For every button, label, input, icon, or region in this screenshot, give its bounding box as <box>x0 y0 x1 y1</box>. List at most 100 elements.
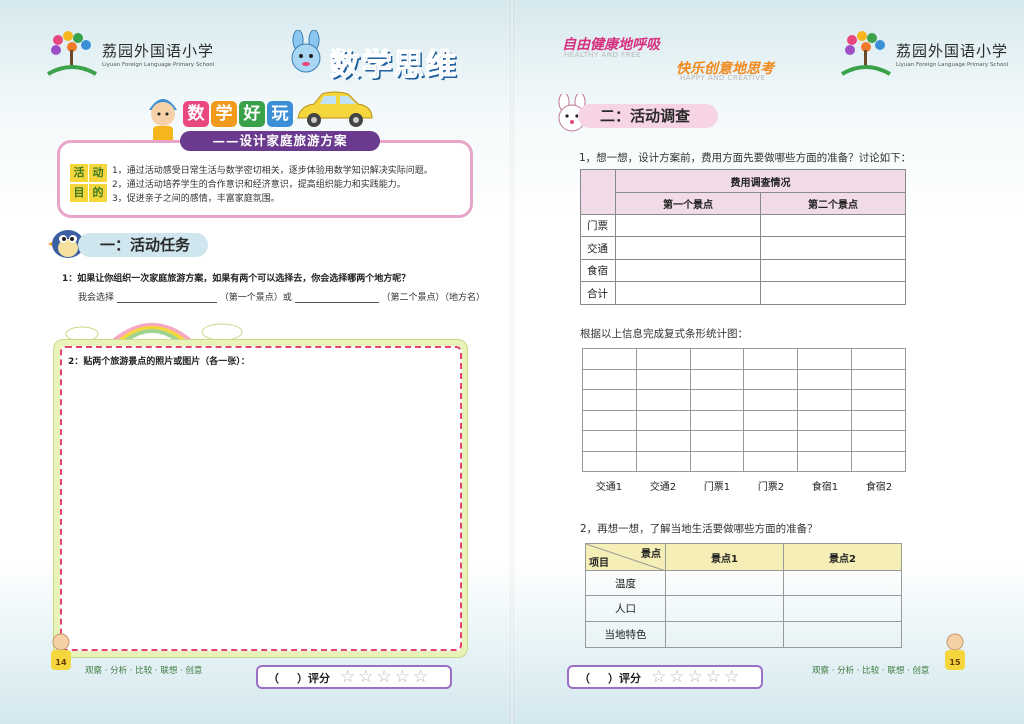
grid-cell[interactable] <box>797 430 853 452</box>
school-name-cn: 荔园外国语小学 <box>102 42 215 60</box>
corner-top-label: 景点 <box>641 549 661 560</box>
row-label: 交通 <box>580 236 616 260</box>
grid-cell[interactable] <box>582 450 637 472</box>
chart-x-tick-label: 门票2 <box>757 482 785 493</box>
table-cell[interactable] <box>615 236 761 260</box>
table-corner <box>580 169 616 215</box>
chart-x-tick-label: 交通1 <box>595 482 623 493</box>
rating-stars[interactable]: ☆☆☆☆☆ <box>651 667 742 687</box>
table-cell[interactable] <box>783 621 902 648</box>
section-header-2: 二：活动调查 <box>578 104 718 128</box>
grid-cell[interactable] <box>797 450 853 472</box>
grid-cell[interactable] <box>797 368 853 390</box>
section-header-1: 一：活动任务 <box>78 233 208 257</box>
school-name-cn: 荔园外国语小学 <box>896 42 1009 60</box>
rating-stars[interactable]: ☆☆☆☆☆ <box>340 667 431 687</box>
grid-cell[interactable] <box>689 389 745 411</box>
row-label: 合计 <box>580 281 616 305</box>
grid-cell[interactable] <box>689 409 745 431</box>
fun-title-char: 玩 <box>267 101 293 127</box>
grid-cell[interactable] <box>635 409 691 431</box>
grid-cell[interactable] <box>797 348 853 370</box>
grid-cell[interactable] <box>582 409 637 431</box>
fun-title: 数 学 好 玩 <box>183 101 293 127</box>
school-logo-right: 荔园外国语小学 Liyuan Foreign Language Primary … <box>840 30 1008 82</box>
table-row: 当地特色 <box>585 621 902 648</box>
grid-cell[interactable] <box>851 389 906 411</box>
grid-cell[interactable] <box>743 430 799 452</box>
score-box-right: （）评分 ☆☆☆☆☆ <box>567 665 763 689</box>
slogan-2-en: HAPPY AND CREATIVE <box>680 74 766 82</box>
footer-keywords-right: 观察 · 分析 · 比较 · 联想 · 创意 <box>812 666 930 676</box>
grid-cell[interactable] <box>689 348 745 370</box>
table-cell[interactable] <box>665 621 784 648</box>
table-cell[interactable] <box>665 595 784 622</box>
chart-x-tick-label: 门票1 <box>703 482 731 493</box>
table-col-header: 景点2 <box>783 543 902 571</box>
grid-cell[interactable] <box>689 430 745 452</box>
bar-chart-grid[interactable] <box>582 348 906 472</box>
cost-survey-table: 费用调查情况 第一个景点 第二个景点 门票 交通 食宿 合计 <box>580 169 906 305</box>
table-col-header: 第二个景点 <box>760 192 906 215</box>
row-label: 温度 <box>585 570 666 596</box>
grid-cell[interactable] <box>851 430 906 452</box>
table-cell[interactable] <box>615 281 761 305</box>
table-row: 交通 <box>580 236 906 260</box>
table-cell[interactable] <box>760 281 906 305</box>
chart-prompt: 根据以上信息完成复式条形统计图： <box>580 328 748 340</box>
table-row: 门票 <box>580 214 906 237</box>
grid-cell[interactable] <box>851 409 906 431</box>
grid-cell[interactable] <box>635 430 691 452</box>
grid-cell[interactable] <box>743 450 799 472</box>
table-col-header: 景点1 <box>665 543 784 571</box>
grid-cell[interactable] <box>635 450 691 472</box>
grid-cell[interactable] <box>582 430 637 452</box>
school-name-en: Liyuan Foreign Language Primary School <box>102 62 215 68</box>
answer-prefix: 我会选择 <box>78 293 115 303</box>
row-label: 门票 <box>580 214 616 237</box>
table-cell[interactable] <box>760 236 906 260</box>
table-cell[interactable] <box>615 259 761 282</box>
photo-paste-area[interactable] <box>60 346 462 651</box>
chart-x-tick-label: 食宿1 <box>811 482 839 493</box>
page-number-right: 15 <box>949 658 961 667</box>
grid-cell[interactable] <box>851 368 906 390</box>
grid-cell[interactable] <box>582 348 637 370</box>
grid-cell[interactable] <box>851 450 906 472</box>
grid-cell[interactable] <box>743 409 799 431</box>
answer-blank-first[interactable] <box>116 302 217 303</box>
school-name-en: Liyuan Foreign Language Primary School <box>896 62 1009 68</box>
answer-mid: （第一个景点）或 <box>219 293 292 303</box>
grid-cell[interactable] <box>635 368 691 390</box>
chart-x-tick-label: 食宿2 <box>865 482 893 493</box>
table-cell[interactable] <box>615 214 761 237</box>
grid-cell[interactable] <box>797 389 853 411</box>
table-cell[interactable] <box>665 570 784 596</box>
grid-cell[interactable] <box>689 450 745 472</box>
page-number-left: 14 <box>55 658 67 667</box>
table-row: 人口 <box>585 595 902 622</box>
car-icon <box>297 91 373 127</box>
grid-cell[interactable] <box>743 368 799 390</box>
book-spine <box>510 0 514 724</box>
goal-item: 1，通过活动感受日常生活与数学密切相关，逐步体验用数学知识解决实际问题。 <box>112 166 433 176</box>
grid-cell[interactable] <box>743 348 799 370</box>
fun-title-char: 好 <box>239 101 265 127</box>
grid-cell[interactable] <box>582 368 637 390</box>
grid-cell[interactable] <box>582 389 637 411</box>
table-cell[interactable] <box>783 595 902 622</box>
question-r2: 2，再想一想，了解当地生活要做哪些方面的准备？ <box>580 523 818 535</box>
table-cell[interactable] <box>760 259 906 282</box>
grid-cell[interactable] <box>743 389 799 411</box>
goal-label-char: 动 <box>89 164 107 182</box>
grid-cell[interactable] <box>797 409 853 431</box>
score-box-left: （）评分 ☆☆☆☆☆ <box>256 665 452 689</box>
table-cell[interactable] <box>760 214 906 237</box>
grid-cell[interactable] <box>635 348 691 370</box>
grid-cell[interactable] <box>851 348 906 370</box>
grid-cell[interactable] <box>635 389 691 411</box>
answer-blank-second[interactable] <box>294 302 379 303</box>
goal-item: 3，促进亲子之间的感情，丰富家庭氛围。 <box>112 194 280 204</box>
table-cell[interactable] <box>783 570 902 596</box>
grid-cell[interactable] <box>689 368 745 390</box>
